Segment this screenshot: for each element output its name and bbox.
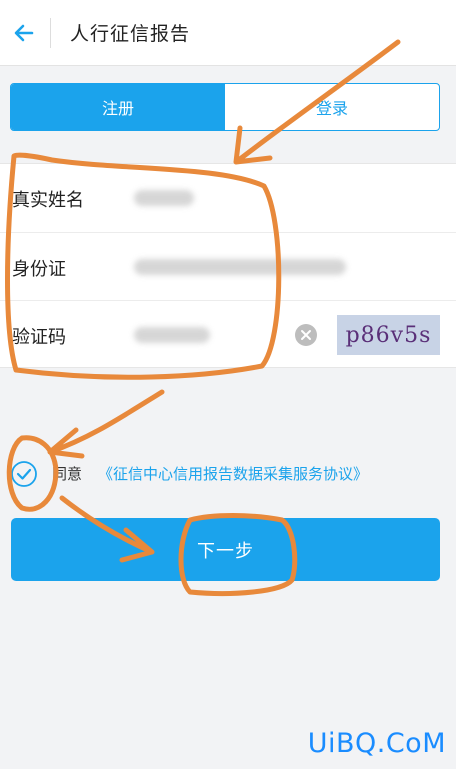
annotation-arrow-middle [47, 389, 165, 459]
clear-icon[interactable] [294, 323, 318, 347]
tab-login[interactable]: 登录 [225, 84, 439, 130]
agreement-link[interactable]: 《征信中心信用报告数据采集服务协议》 [98, 463, 368, 484]
id-row: 身份证 [0, 232, 456, 300]
header-divider [50, 18, 51, 48]
agree-text: 同意 [52, 465, 83, 483]
id-input[interactable] [134, 259, 346, 275]
page-title: 人行征信报告 [70, 23, 191, 45]
id-label: 身份证 [12, 259, 66, 280]
captcha-input[interactable] [134, 327, 210, 343]
captcha-row: 验证码 p86v5s [0, 300, 456, 368]
watermark: UiBQ.CoM [307, 728, 446, 759]
next-step-button[interactable]: 下一步 [11, 518, 440, 581]
captcha-image[interactable]: p86v5s [337, 315, 440, 355]
name-row: 真实姓名 [0, 164, 456, 232]
captcha-label: 验证码 [12, 327, 66, 348]
name-input[interactable] [134, 190, 194, 206]
back-arrow-icon[interactable] [8, 16, 42, 50]
app-header: 人行征信报告 [0, 0, 456, 66]
name-label: 真实姓名 [12, 190, 84, 211]
agree-checkbox-icon[interactable] [10, 460, 38, 488]
registration-form: 真实姓名 身份证 验证码 p86v5s [0, 163, 456, 368]
auth-tabs: 注册 登录 [10, 83, 440, 131]
tab-register[interactable]: 注册 [11, 84, 225, 130]
